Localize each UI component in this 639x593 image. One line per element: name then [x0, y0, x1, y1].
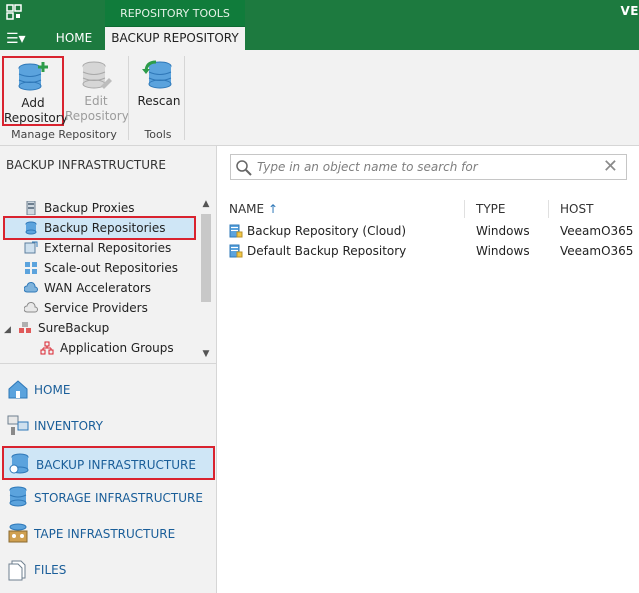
cell-type: Windows: [476, 244, 530, 258]
tree-item-backup-repositories[interactable]: Backup Repositories: [24, 218, 165, 238]
ribbon: Add Repository Edit Repository Rescan Ma…: [0, 50, 639, 146]
tree-item-label: SureBackup: [38, 321, 110, 335]
nav-backup-infrastructure[interactable]: BACKUP INFRASTRUCTURE: [2, 446, 215, 480]
scroll-down-icon[interactable]: ▼: [199, 348, 213, 360]
tree-item-external-repositories[interactable]: External Repositories: [24, 238, 171, 258]
infrastructure-tree: Backup Proxies Backup Repositories Exter…: [0, 196, 217, 362]
tree-item-label: External Repositories: [44, 241, 172, 255]
inventory-icon: [7, 415, 29, 435]
column-header-type[interactable]: TYPE: [476, 198, 505, 220]
clear-search-icon[interactable]: ✕: [603, 157, 618, 177]
nav-label: FILES: [34, 563, 67, 577]
search-box[interactable]: ✕: [230, 154, 627, 180]
tree-item-label: Backup Repositories: [44, 221, 166, 235]
table-header: NAME ↑ TYPE HOST: [218, 198, 639, 220]
app-logo-icon: [6, 4, 22, 20]
column-header-name[interactable]: NAME ↑: [229, 198, 278, 220]
backup-infrastructure-icon: [9, 453, 29, 474]
cell-host: VeeamO365: [560, 244, 634, 258]
database-icon: [25, 221, 37, 235]
add-database-icon: [18, 62, 48, 91]
edit-repository-label-2: Repository: [65, 109, 129, 123]
tree-item-label: Backup Proxies: [44, 201, 135, 215]
tree-item-label: WAN Accelerators: [44, 281, 152, 295]
group-label-tools: Tools: [144, 128, 172, 141]
repository-name: Default Backup Repository: [247, 244, 407, 258]
search-icon: [236, 160, 252, 176]
storage-infrastructure-icon: [9, 486, 27, 507]
tree-item-scale-out-repositories[interactable]: Scale-out Repositories: [24, 258, 178, 278]
repository-icon: [229, 244, 243, 258]
tape-icon: [8, 523, 28, 543]
cell-name: Default Backup Repository: [229, 241, 464, 261]
surebackup-icon: [19, 322, 31, 333]
table-row[interactable]: Default Backup Repository Windows VeeamO…: [218, 241, 639, 261]
add-repository-label-2: Repository: [4, 111, 68, 125]
files-icon: [8, 560, 26, 581]
tree-item-surebackup[interactable]: ◢ SureBackup: [4, 318, 109, 338]
repository-name: Backup Repository (Cloud): [247, 224, 407, 238]
rescan-button[interactable]: Rescan: [128, 56, 190, 126]
title-bar: REPOSITORY TOOLS VE ☰▾ HOME BACKUP REPOS…: [0, 0, 639, 50]
column-header-host[interactable]: HOST: [560, 198, 593, 220]
nav-label: HOME: [34, 383, 71, 397]
tree-item-label: Service Providers: [44, 301, 148, 315]
scroll-thumb[interactable]: [201, 214, 211, 302]
tree-item-service-providers[interactable]: Service Providers: [24, 298, 148, 318]
cell-name: Backup Repository (Cloud): [229, 221, 464, 241]
cell-type: Windows: [476, 224, 530, 238]
edit-repository-button[interactable]: Edit Repository: [65, 56, 129, 126]
repository-tools-context-label: REPOSITORY TOOLS: [105, 0, 245, 27]
ribbon-group-divider: [128, 56, 129, 140]
tree-item-label: Scale-out Repositories: [44, 261, 178, 275]
left-pane-title: BACKUP INFRASTRUCTURE: [6, 158, 166, 172]
nav-label: TAPE INFRASTRUCTURE: [34, 527, 176, 541]
tree-item-wan-accelerators[interactable]: WAN Accelerators: [24, 278, 151, 298]
external-repository-icon: [24, 241, 38, 254]
main-menu-button[interactable]: ☰▾: [6, 30, 26, 48]
nav-inventory[interactable]: INVENTORY: [2, 409, 215, 443]
nav-storage-infrastructure[interactable]: STORAGE INFRASTRUCTURE: [2, 481, 215, 515]
tree-item-application-groups[interactable]: Application Groups: [40, 338, 174, 358]
column-label: NAME: [229, 202, 265, 216]
nav-tape-infrastructure[interactable]: TAPE INFRASTRUCTURE: [2, 517, 215, 551]
repository-icon: [229, 224, 243, 238]
edit-repository-label-1: Edit: [84, 94, 108, 108]
scale-out-repository-icon: [25, 262, 37, 274]
tab-backup-repository[interactable]: BACKUP REPOSITORY: [105, 27, 245, 50]
ribbon-group-divider: [184, 56, 185, 140]
wan-cloud-icon: [24, 282, 38, 293]
proxy-server-icon: [26, 201, 36, 215]
home-icon: [8, 380, 28, 399]
app-title: VE: [620, 4, 639, 18]
add-repository-button[interactable]: Add Repository: [2, 56, 68, 126]
search-input[interactable]: [257, 158, 597, 176]
application-group-icon: [40, 341, 54, 355]
rescan-icon: [142, 60, 172, 89]
tree-item-label: Application Groups: [60, 341, 174, 355]
cell-host: VeeamO365: [560, 224, 634, 238]
tab-home[interactable]: HOME: [44, 27, 104, 50]
nav-label: INVENTORY: [34, 419, 103, 433]
tree-scrollbar[interactable]: ▲ ▼: [199, 198, 213, 362]
table-row[interactable]: Backup Repository (Cloud) Windows VeeamO…: [218, 221, 639, 241]
nav-files[interactable]: FILES: [2, 553, 215, 587]
sort-ascending-icon: ↑: [267, 202, 279, 216]
nav-home[interactable]: HOME: [2, 373, 215, 407]
left-pane: BACKUP INFRASTRUCTURE Backup Proxies Bac…: [0, 146, 217, 593]
nav-label: STORAGE INFRASTRUCTURE: [34, 491, 203, 505]
group-label-manage-repository: Manage Repository: [11, 128, 117, 141]
column-divider[interactable]: [464, 200, 465, 218]
service-provider-icon: [24, 302, 38, 313]
add-repository-label-1: Add: [21, 96, 45, 110]
tree-item-backup-proxies[interactable]: Backup Proxies: [24, 198, 135, 218]
edit-database-icon: [82, 61, 112, 89]
nav-label: BACKUP INFRASTRUCTURE: [36, 458, 196, 472]
collapse-arrow-icon[interactable]: ◢: [4, 320, 18, 340]
rescan-label: Rescan: [137, 94, 181, 108]
scroll-up-icon[interactable]: ▲: [199, 198, 213, 210]
column-divider[interactable]: [548, 200, 549, 218]
main-pane: ✕ NAME ↑ TYPE HOST Backup Repository (Cl…: [218, 146, 639, 593]
left-pane-divider: [0, 363, 217, 364]
